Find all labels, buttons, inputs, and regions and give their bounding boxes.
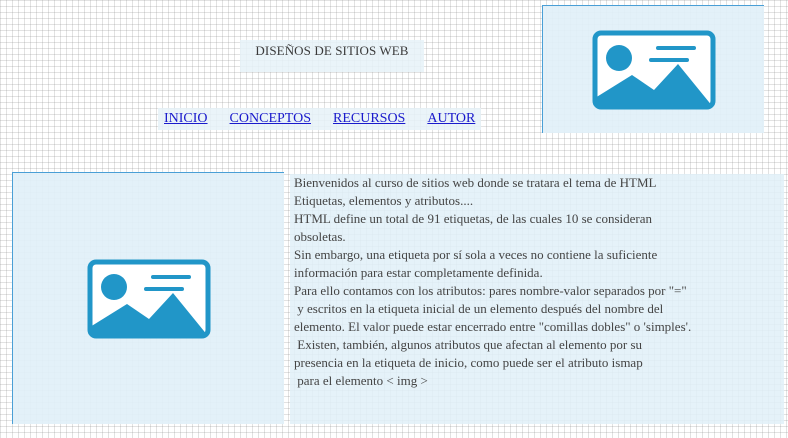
content-line: Sin embargo, una etiqueta por sí sola a … xyxy=(294,247,658,262)
content-line: obsoletas. xyxy=(294,229,346,244)
content-text: Bienvenidos al curso de sitios web donde… xyxy=(290,174,784,424)
content-line: Existen, también, algunos atributos que … xyxy=(294,337,643,352)
content-line: para el elemento < img > xyxy=(294,373,428,388)
content-line: Etiquetas, elementos y atributos.... xyxy=(294,193,474,208)
content-line: información para estar completamente def… xyxy=(294,265,543,280)
nav-link-autor[interactable]: AUTOR xyxy=(427,111,475,127)
site-title-text: DISEÑOS DE SITIOS WEB xyxy=(255,43,409,58)
content-line: Para ello contamos con los atributos: pa… xyxy=(294,283,687,298)
image-placeholder-icon xyxy=(87,259,210,338)
site-title: DISEÑOS DE SITIOS WEB xyxy=(240,40,424,72)
content-image-placeholder xyxy=(12,172,284,424)
content-line: presencia en la etiqueta de inicio, como… xyxy=(294,355,643,370)
content-line: Bienvenidos al curso de sitios web donde… xyxy=(294,175,657,190)
content-line: elemento. El valor puede estar encerrado… xyxy=(294,319,692,334)
image-placeholder-icon xyxy=(592,30,715,109)
nav-link-inicio[interactable]: INICIO xyxy=(164,111,208,127)
content-line: HTML define un total de 91 etiquetas, de… xyxy=(294,211,652,226)
nav-link-recursos[interactable]: RECURSOS xyxy=(333,111,405,127)
content-line: y escritos en la etiqueta inicial de un … xyxy=(294,301,664,316)
header-image-placeholder xyxy=(542,5,764,133)
nav-link-conceptos[interactable]: CONCEPTOS xyxy=(230,111,311,127)
main-nav: INICIO CONCEPTOS RECURSOS AUTOR xyxy=(158,108,482,130)
